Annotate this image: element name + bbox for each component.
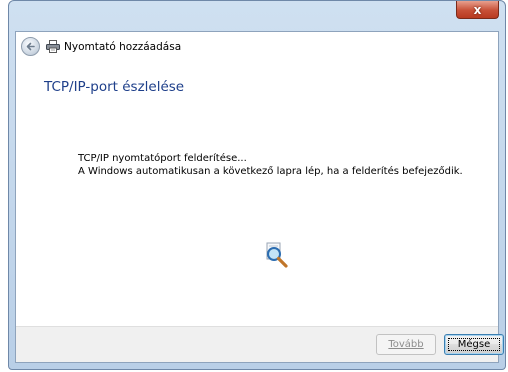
printer-icon <box>46 40 60 53</box>
status-text: TCP/IP nyomtatóport felderítése... <box>78 153 247 164</box>
back-arrow-icon <box>26 42 35 51</box>
close-button[interactable]: x <box>456 1 499 19</box>
button-bar: Tovább Mégse <box>16 326 504 362</box>
info-text: A Windows automatikusan a következő lapr… <box>78 166 463 177</box>
wizard-window: x Nyomtató hozzáadása TCP/IP-port észlel… <box>8 0 506 370</box>
next-button[interactable]: Tovább <box>376 334 436 355</box>
back-button[interactable] <box>21 37 40 56</box>
wizard-header: Nyomtató hozzáadása <box>16 32 498 62</box>
magnifier-search-icon <box>266 242 288 268</box>
page-heading: TCP/IP-port észlelése <box>44 79 185 95</box>
focus-rectangle <box>448 338 500 351</box>
next-button-label: Tovább <box>388 339 424 350</box>
window-title: Nyomtató hozzáadása <box>64 41 182 53</box>
cancel-button[interactable]: Mégse <box>444 334 504 355</box>
wizard-panel: Nyomtató hozzáadása TCP/IP-port észlelés… <box>15 31 504 363</box>
close-icon: x <box>473 2 482 17</box>
